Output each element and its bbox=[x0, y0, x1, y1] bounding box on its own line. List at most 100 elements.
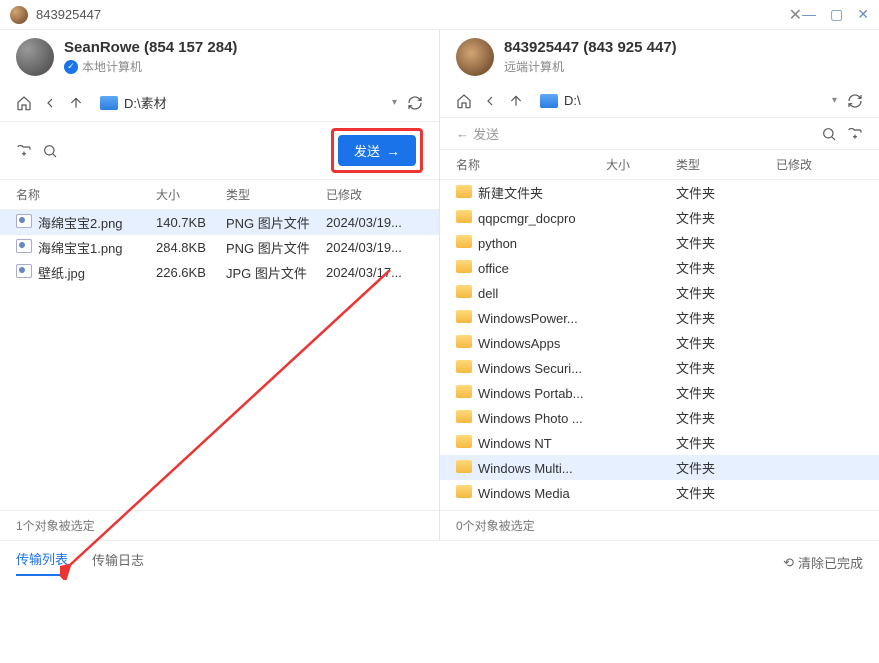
clear-icon: ⟲ bbox=[783, 555, 794, 571]
window-minimize-button[interactable]: — bbox=[802, 6, 816, 23]
col-size[interactable]: 大小 bbox=[156, 186, 226, 203]
table-row[interactable]: Windows Media文件夹 bbox=[456, 480, 863, 505]
remote-user-name: 843925447 (843 925 447) bbox=[504, 39, 677, 56]
local-user-name: SeanRowe (854 157 284) bbox=[64, 39, 237, 56]
titlebar-avatar bbox=[10, 6, 28, 24]
table-row[interactable]: WindowsPower...文件夹 bbox=[456, 305, 863, 330]
up-icon[interactable] bbox=[508, 93, 524, 109]
folder-icon bbox=[456, 410, 472, 423]
remote-path: D:\ bbox=[564, 93, 581, 108]
file-size: 284.8KB bbox=[156, 240, 226, 255]
up-icon[interactable] bbox=[68, 95, 84, 111]
file-type: PNG 图片文件 bbox=[226, 238, 326, 257]
remote-pane: 843925447 (843 925 447) 远端计算机 D:\ ▾ ← 发送 bbox=[440, 30, 879, 540]
table-row[interactable]: 海绵宝宝1.png284.8KBPNG 图片文件2024/03/19... bbox=[16, 235, 423, 260]
folder-type: 文件夹 bbox=[676, 433, 776, 452]
table-row[interactable]: Windows Portab... 文件夹 bbox=[456, 380, 863, 405]
send-button-highlight: 发送 → bbox=[331, 128, 423, 173]
window-close-button[interactable]: ✕ bbox=[857, 6, 869, 23]
drive-icon bbox=[100, 96, 118, 110]
back-icon[interactable] bbox=[42, 95, 58, 111]
clear-completed-button[interactable]: ⟲ 清除已完成 bbox=[783, 553, 863, 572]
col-type[interactable]: 类型 bbox=[226, 186, 326, 203]
path-dropdown-icon[interactable]: ▾ bbox=[392, 97, 397, 108]
table-row[interactable]: office文件夹 bbox=[456, 255, 863, 280]
folder-type: 文件夹 bbox=[676, 358, 776, 377]
table-row[interactable]: Windows Multi... 文件夹 bbox=[440, 455, 879, 480]
table-row[interactable]: Windows Securi...文件夹 bbox=[456, 355, 863, 380]
table-row[interactable]: dell文件夹 bbox=[456, 280, 863, 305]
send-button-label: 发送 bbox=[354, 141, 380, 160]
send-button[interactable]: 发送 → bbox=[338, 135, 416, 166]
back-icon[interactable] bbox=[482, 93, 498, 109]
local-file-list[interactable]: 海绵宝宝2.png140.7KBPNG 图片文件2024/03/19...海绵宝… bbox=[0, 210, 439, 510]
bottom-tabs: 传输列表 传输日志 ⟲ 清除已完成 bbox=[0, 540, 879, 576]
folder-type: 文件夹 bbox=[676, 483, 776, 502]
folder-icon bbox=[456, 285, 472, 298]
remote-sub-label: 远端计算机 bbox=[504, 58, 564, 75]
table-row[interactable]: 新建文件夹 文件夹 bbox=[456, 180, 863, 205]
arrow-right-icon: → bbox=[386, 143, 400, 159]
remote-table-header: 名称 大小 类型 已修改 bbox=[440, 149, 879, 180]
folder-type: 文件夹 bbox=[676, 333, 776, 352]
remote-actionbar: ← 发送 bbox=[440, 118, 879, 149]
col-type[interactable]: 类型 bbox=[676, 156, 776, 173]
image-file-icon bbox=[16, 264, 32, 278]
table-row[interactable]: WindowsApps文件夹 bbox=[456, 330, 863, 355]
new-folder-icon[interactable] bbox=[16, 143, 32, 159]
folder-icon bbox=[456, 485, 472, 498]
table-row[interactable]: Windows Photo ...文件夹 bbox=[456, 405, 863, 430]
local-sub-label: 本地计算机 bbox=[82, 58, 142, 75]
file-size: 226.6KB bbox=[156, 265, 226, 280]
file-name: 海绵宝宝2.png bbox=[38, 216, 123, 231]
image-file-icon bbox=[16, 214, 32, 228]
local-avatar bbox=[16, 38, 54, 76]
col-name[interactable]: 名称 bbox=[16, 186, 156, 203]
table-row[interactable]: 壁纸.jpg226.6KBJPG 图片文件2024/03/17... bbox=[16, 260, 423, 285]
refresh-icon[interactable] bbox=[847, 93, 863, 109]
table-row[interactable]: Windows NT文件夹 bbox=[456, 430, 863, 455]
path-dropdown-icon[interactable]: ▾ bbox=[832, 95, 837, 106]
remote-path-box[interactable]: D:\ bbox=[534, 90, 822, 111]
folder-icon bbox=[456, 235, 472, 248]
folder-name: 新建文件夹 bbox=[478, 186, 543, 201]
tab-close-button[interactable]: ✕ bbox=[789, 5, 802, 25]
local-pane: SeanRowe (854 157 284) ✓ 本地计算机 D:\素材 ▾ bbox=[0, 30, 440, 540]
folder-name: Windows Portab... bbox=[478, 386, 584, 401]
folder-type: 文件夹 bbox=[676, 383, 776, 402]
folder-name: Windows Photo ... bbox=[478, 411, 583, 426]
col-modified[interactable]: 已修改 bbox=[776, 156, 863, 173]
receive-button[interactable]: ← 发送 bbox=[456, 124, 499, 143]
home-icon[interactable] bbox=[16, 95, 32, 111]
remote-file-list[interactable]: 新建文件夹文件夹qqpcmgr_docpro文件夹python文件夹office… bbox=[440, 180, 879, 510]
folder-icon bbox=[456, 260, 472, 273]
new-folder-icon[interactable] bbox=[847, 126, 863, 142]
local-table-header: 名称 大小 类型 已修改 bbox=[0, 179, 439, 210]
table-row[interactable]: qqpcmgr_docpro文件夹 bbox=[456, 205, 863, 230]
table-row[interactable]: python 文件夹 bbox=[456, 230, 863, 255]
col-size[interactable]: 大小 bbox=[606, 156, 676, 173]
verified-icon: ✓ bbox=[64, 60, 78, 74]
folder-type: 文件夹 bbox=[676, 458, 776, 477]
col-modified[interactable]: 已修改 bbox=[326, 186, 423, 203]
local-path-box[interactable]: D:\素材 bbox=[94, 90, 382, 115]
search-icon[interactable] bbox=[42, 143, 58, 159]
folder-type: 文件夹 bbox=[676, 183, 776, 202]
file-modified: 2024/03/17... bbox=[326, 265, 423, 280]
table-row[interactable]: 海绵宝宝2.png140.7KBPNG 图片文件2024/03/19... bbox=[0, 210, 439, 235]
tab-transfer-log[interactable]: 传输日志 bbox=[92, 550, 144, 575]
refresh-icon[interactable] bbox=[407, 95, 423, 111]
search-icon[interactable] bbox=[821, 126, 837, 142]
folder-name: python bbox=[478, 236, 517, 251]
home-icon[interactable] bbox=[456, 93, 472, 109]
folder-type: 文件夹 bbox=[676, 233, 776, 252]
image-file-icon bbox=[16, 239, 32, 253]
tab-transfer-queue[interactable]: 传输列表 bbox=[16, 549, 68, 576]
folder-name: WindowsPower... bbox=[478, 311, 578, 326]
remote-navbar: D:\ ▾ bbox=[440, 84, 879, 118]
drive-icon bbox=[540, 94, 558, 108]
remote-avatar bbox=[456, 38, 494, 76]
col-name[interactable]: 名称 bbox=[456, 156, 606, 173]
folder-name: Windows Multi... bbox=[478, 461, 573, 476]
window-maximize-button[interactable]: ▢ bbox=[830, 6, 843, 23]
